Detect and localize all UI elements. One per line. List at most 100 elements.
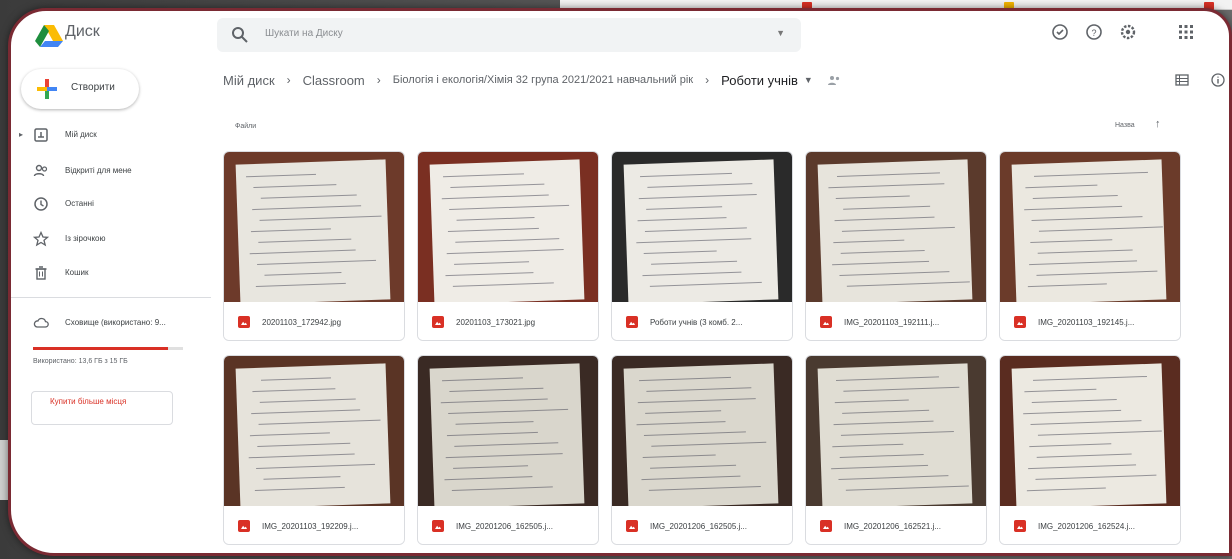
file-name: 20201103_173021.jpg bbox=[456, 318, 536, 327]
search-input[interactable]: Шукати на Диску bbox=[265, 28, 343, 39]
breadcrumb-separator-icon: › bbox=[286, 73, 291, 87]
file-card[interactable]: 20201103_172942.jpg bbox=[223, 151, 405, 341]
nav-item-recent[interactable]: Останні bbox=[17, 194, 207, 216]
nav-item-storage[interactable]: Сховище (використано: 9... bbox=[17, 313, 207, 335]
handwriting-line bbox=[248, 453, 355, 459]
image-file-icon bbox=[432, 520, 444, 532]
star-icon bbox=[33, 231, 49, 247]
info-icon[interactable] bbox=[1211, 73, 1225, 87]
buy-storage-button[interactable]: Купити більше місця bbox=[31, 391, 173, 425]
handwriting-line bbox=[449, 204, 570, 211]
image-file-icon bbox=[238, 316, 250, 328]
handwriting-line bbox=[646, 206, 723, 210]
file-card[interactable]: 20201103_173021.jpg bbox=[417, 151, 599, 341]
search-bar[interactable]: Шукати на Диску ▼ bbox=[217, 18, 801, 52]
breadcrumb-course[interactable]: Біологія і екологія/Хімія 32 група 2021/… bbox=[393, 74, 693, 86]
file-card-footer[interactable]: IMG_20201206_162524.j... bbox=[1000, 506, 1180, 544]
sort-direction-arrow-icon[interactable]: ↑ bbox=[1155, 118, 1161, 130]
file-card-footer[interactable]: 20201103_172942.jpg bbox=[224, 302, 404, 340]
file-thumbnail[interactable] bbox=[224, 152, 404, 302]
file-name: IMG_20201206_162505.j... bbox=[456, 522, 553, 531]
handwriting-line bbox=[1024, 388, 1097, 393]
handwriting-line bbox=[251, 409, 361, 415]
handwriting-line bbox=[651, 441, 767, 447]
handwriting-line bbox=[835, 195, 910, 200]
handwriting-line bbox=[450, 183, 545, 188]
file-thumbnail[interactable] bbox=[1000, 356, 1180, 506]
expand-arrow-icon[interactable]: ▸ bbox=[19, 130, 23, 139]
search-options-icon[interactable]: ▼ bbox=[776, 28, 785, 38]
file-thumbnail[interactable] bbox=[806, 152, 986, 302]
list-view-icon[interactable] bbox=[1175, 73, 1189, 87]
notebook-page-preview bbox=[429, 159, 585, 302]
file-thumbnail[interactable] bbox=[418, 152, 598, 302]
file-card-footer[interactable]: IMG_20201206_162505.j... bbox=[612, 506, 792, 544]
handwriting-line bbox=[455, 421, 534, 425]
file-card[interactable]: IMG_20201206_162505.j... bbox=[611, 355, 793, 545]
file-card[interactable]: IMG_20201206_162524.j... bbox=[999, 355, 1181, 545]
apps-grid-icon[interactable] bbox=[1177, 23, 1195, 41]
file-card-footer[interactable]: Роботи учнів (3 комб. 2... bbox=[612, 302, 792, 340]
handwriting-line bbox=[252, 205, 362, 211]
nav-item-shared[interactable]: Відкриті для мене bbox=[17, 161, 207, 183]
handwriting-line bbox=[261, 377, 331, 381]
handwriting-line bbox=[258, 419, 381, 425]
handwriting-line bbox=[636, 238, 752, 244]
handwriting-line bbox=[256, 463, 376, 470]
file-card-footer[interactable]: IMG_20201206_162505.j... bbox=[418, 506, 598, 544]
storage-label: Сховище (використано: 9... bbox=[65, 318, 166, 327]
offline-status-icon[interactable] bbox=[1051, 23, 1069, 41]
nav-item-trash[interactable]: Кошик bbox=[17, 263, 207, 285]
app-name[interactable]: Диск bbox=[65, 23, 100, 41]
handwriting-line bbox=[1031, 216, 1143, 221]
create-button[interactable]: Створити bbox=[21, 69, 139, 109]
file-card[interactable]: IMG_20201103_192111.j... bbox=[805, 151, 987, 341]
help-icon[interactable]: ? bbox=[1085, 23, 1103, 41]
file-card[interactable]: IMG_20201206_162505.j... bbox=[417, 355, 599, 545]
shared-with-me-icon bbox=[33, 164, 48, 177]
nav-item-starred[interactable]: Із зірочкою bbox=[17, 229, 207, 251]
file-card-footer[interactable]: IMG_20201103_192209.j... bbox=[224, 506, 404, 544]
file-thumbnail[interactable] bbox=[612, 152, 792, 302]
search-icon[interactable] bbox=[231, 26, 249, 44]
nav-label: Останні bbox=[65, 199, 94, 208]
file-thumbnail[interactable] bbox=[806, 356, 986, 506]
notebook-page-preview bbox=[817, 159, 973, 302]
breadcrumb-classroom[interactable]: Classroom bbox=[303, 73, 365, 88]
my-drive-icon bbox=[34, 128, 48, 142]
breadcrumb-separator-icon: › bbox=[376, 73, 381, 87]
file-card[interactable]: IMG_20201206_162521.j... bbox=[805, 355, 987, 545]
handwriting-line bbox=[1036, 270, 1158, 276]
handwriting-line bbox=[645, 410, 722, 414]
breadcrumb-my-drive[interactable]: Мій диск bbox=[223, 73, 275, 88]
notebook-page-preview bbox=[235, 363, 391, 506]
handwriting-line bbox=[828, 183, 945, 189]
breadcrumb-current-folder[interactable]: Роботи учнів bbox=[721, 73, 798, 88]
storage-progress-bar bbox=[33, 347, 183, 350]
handwriting-line bbox=[638, 194, 757, 200]
file-card-footer[interactable]: IMG_20201103_192145.j... bbox=[1000, 302, 1180, 340]
file-card[interactable]: IMG_20201103_192209.j... bbox=[223, 355, 405, 545]
handwriting-line bbox=[452, 282, 554, 287]
settings-gear-icon[interactable] bbox=[1119, 23, 1137, 41]
notebook-page-preview bbox=[623, 363, 779, 506]
file-card-footer[interactable]: 20201103_173021.jpg bbox=[418, 302, 598, 340]
file-thumbnail[interactable] bbox=[612, 356, 792, 506]
file-thumbnail[interactable] bbox=[418, 356, 598, 506]
handwriting-line bbox=[454, 261, 530, 265]
file-card[interactable]: Роботи учнів (3 комб. 2... bbox=[611, 151, 793, 341]
cloud-icon bbox=[33, 317, 49, 328]
file-card[interactable]: IMG_20201103_192145.j... bbox=[999, 151, 1181, 341]
file-card-footer[interactable]: IMG_20201103_192111.j... bbox=[806, 302, 986, 340]
recent-clock-icon bbox=[34, 197, 48, 211]
handwriting-line bbox=[834, 216, 935, 222]
sort-by-name-button[interactable]: Назва bbox=[1115, 122, 1135, 129]
file-card-footer[interactable]: IMG_20201206_162521.j... bbox=[806, 506, 986, 544]
file-name: IMG_20201206_162521.j... bbox=[844, 522, 941, 531]
nav-item-my-drive[interactable]: ▸ Мій диск bbox=[17, 125, 207, 147]
handwriting-line bbox=[263, 476, 341, 480]
file-thumbnail[interactable] bbox=[224, 356, 404, 506]
drive-logo-icon[interactable] bbox=[35, 23, 63, 47]
folder-menu-caret-icon[interactable]: ▼ bbox=[804, 75, 813, 85]
file-thumbnail[interactable] bbox=[1000, 152, 1180, 302]
